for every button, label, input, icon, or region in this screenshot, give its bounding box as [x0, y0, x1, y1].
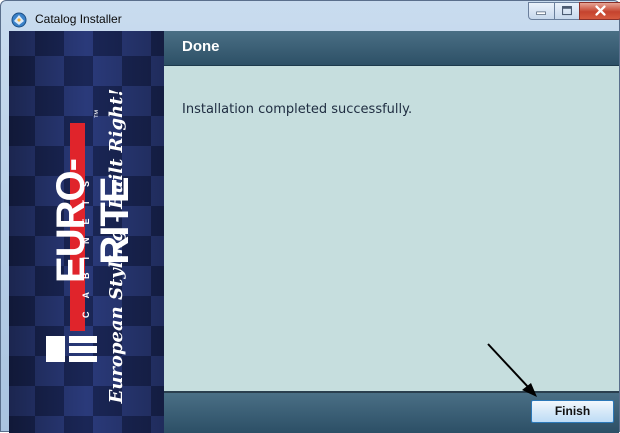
minimize-button[interactable] [528, 2, 555, 20]
brand-banner: EURO-RITE CABINETS ™ European Styling - … [9, 31, 164, 433]
button-bar: Finish [164, 391, 619, 433]
window-title: Catalog Installer [35, 12, 122, 26]
page-title: Done [182, 38, 220, 55]
brand-subtitle: CABINETS [81, 168, 91, 319]
installer-client-area: EURO-RITE CABINETS ™ European Styling - … [9, 31, 619, 433]
catalog-installer-icon [11, 12, 27, 28]
close-button[interactable] [579, 2, 620, 20]
maximize-button[interactable] [554, 2, 580, 20]
trademark-symbol: ™ [92, 109, 103, 119]
page-header: Done [164, 31, 619, 66]
installer-window: Catalog Installer EURO-RITE CABINETS ™ E… [0, 0, 620, 433]
status-message: Installation completed successfully. [182, 102, 413, 117]
content-panel: Installation completed successfully. [164, 66, 619, 391]
brand-tagline: European Styling - Built Right! [106, 88, 127, 404]
minimize-icon [536, 11, 546, 15]
finish-button[interactable]: Finish [531, 400, 614, 423]
maximize-icon [562, 6, 572, 16]
close-icon [595, 5, 606, 16]
